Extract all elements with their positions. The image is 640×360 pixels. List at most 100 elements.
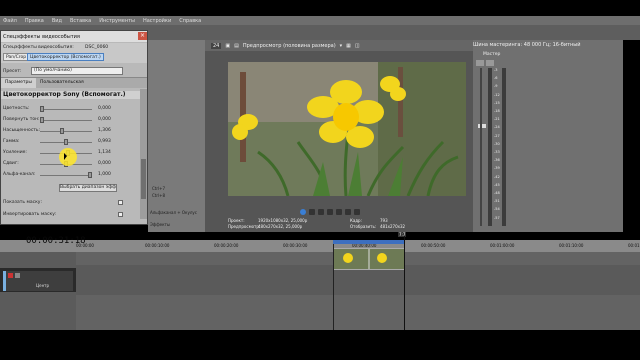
meter-scale: -3 -6 -9 -12 -15 -18 -21 -24 -27 -30 -33 -36 -39 -42 -…: [494, 68, 502, 226]
pause-button[interactable]: [318, 209, 324, 215]
param-value[interactable]: 1,306: [98, 128, 111, 133]
show-mask-row: Показать маску:: [3, 199, 123, 208]
track-controls[interactable]: Центр: [3, 271, 73, 291]
snapshot-icon[interactable]: ◫: [355, 43, 360, 49]
meter-scale-mark: -12: [494, 92, 500, 97]
param-slider-knob[interactable]: [60, 128, 65, 134]
menu-item-file[interactable]: Файл: [3, 18, 17, 24]
preview-value: 480x270x32, 25,000p: [258, 224, 303, 229]
project-value: 1920x1080x32, 25,000p: [258, 218, 308, 223]
letterbox-top: [0, 0, 640, 16]
param-value[interactable]: 0,000: [98, 106, 111, 111]
fx-tabs: Параметры Пользовательская: [1, 78, 147, 88]
meter-scale-mark: -27: [494, 133, 500, 138]
chain-chip-color-corrector[interactable]: Цветокорректор (Вспомогат.): [27, 53, 104, 61]
tab-parameters[interactable]: Параметры: [1, 78, 36, 88]
meter-scale-mark: -6: [494, 76, 498, 81]
param-label: Насыщенность:: [3, 128, 41, 133]
param-row: Альфа-канал: 1,000: [3, 171, 119, 180]
show-mask-label: Показать маску:: [3, 200, 42, 205]
frame-value: 793: [380, 218, 388, 223]
param-row: Цветность: 0,000: [3, 105, 119, 114]
param-slider-knob[interactable]: [64, 139, 68, 145]
fx-scroll-thumb[interactable]: [141, 159, 146, 199]
param-slider-track[interactable]: [40, 120, 92, 121]
master-format: 48 000 Гц; 16-битный: [523, 42, 581, 48]
fx-chain-file: DSC_0060: [85, 45, 109, 50]
shortcut-ctrl7: Ctrl+7: [152, 186, 166, 191]
param-value[interactable]: 1,000: [98, 172, 111, 177]
prev-frame-button[interactable]: [336, 209, 342, 215]
playhead[interactable]: [404, 236, 405, 330]
explorer-strip: Ctrl+7 Ctrl+8 Альфаканал + Окулус Эффект…: [148, 40, 205, 232]
menu-item-tools[interactable]: Инструменты: [99, 18, 135, 24]
grid-icon[interactable]: ▦: [346, 43, 351, 49]
clip-thumbnails: [334, 249, 404, 269]
preview-copy-icon[interactable]: ▤: [234, 43, 239, 49]
param-value[interactable]: 0,000: [98, 117, 111, 122]
loop-region[interactable]: [333, 240, 405, 244]
invert-mask-checkbox[interactable]: [118, 212, 123, 217]
letterbox-bottom: [0, 330, 640, 360]
mute-track-icon[interactable]: [15, 273, 20, 278]
meter-scale-mark: -18: [494, 109, 500, 113]
fx-scrollbar[interactable]: [140, 89, 147, 219]
preview-label: Предпросмотр:: [228, 224, 261, 229]
meter-scale-mark: -42: [494, 174, 500, 179]
display-label: Отобразить:: [350, 224, 377, 229]
menu-bar: Файл Правка Вид Вставка Инструменты Наст…: [0, 16, 640, 25]
param-value[interactable]: 0,993: [98, 139, 111, 144]
tab-custom[interactable]: Пользовательская: [36, 78, 88, 88]
stop-button[interactable]: [327, 209, 333, 215]
menu-item-insert[interactable]: Вставка: [70, 18, 91, 24]
go-end-button[interactable]: [354, 209, 360, 215]
close-icon[interactable]: ×: [138, 32, 147, 40]
param-slider-track[interactable]: [40, 131, 92, 132]
select-effect-range-button[interactable]: Выбрать диапазон эфф: [59, 184, 117, 192]
show-mask-checkbox[interactable]: [118, 200, 123, 205]
video-clip[interactable]: [333, 248, 405, 270]
meter-scale-mark: -39: [494, 166, 500, 171]
play-from-start-button[interactable]: [300, 209, 306, 215]
param-label: Повернуть тон:: [3, 117, 40, 122]
preview-zoom[interactable]: 24: [211, 42, 222, 49]
mute-icon[interactable]: [476, 60, 484, 66]
side-tab-effects[interactable]: Эффекты: [150, 222, 170, 227]
fx-chain-row: Спецэффекты видеособытия: DSC_0060 Pan/C…: [1, 43, 147, 63]
record-icon[interactable]: [8, 273, 13, 278]
project-label: Проект:: [228, 218, 245, 223]
meter-scale-mark: -54: [494, 207, 500, 212]
param-label: Усиление:: [3, 150, 27, 155]
timeline-ruler[interactable]: [0, 240, 640, 252]
menu-item-settings[interactable]: Настройки: [143, 18, 171, 24]
meter-scale-mark: -33: [494, 150, 500, 154]
ruler-mark: 00:00:50:00: [421, 243, 446, 248]
cursor-highlight: [59, 148, 77, 166]
param-slider-knob[interactable]: [40, 117, 44, 123]
chevron-down-icon[interactable]: ▾: [340, 43, 343, 49]
menu-item-help[interactable]: Справка: [179, 18, 201, 24]
next-frame-button[interactable]: [345, 209, 351, 215]
preview-mode-select[interactable]: Предпросмотр (половина размера): [243, 43, 336, 49]
param-slider-track[interactable]: [40, 175, 92, 176]
param-slider-knob[interactable]: [88, 172, 92, 178]
solo-icon[interactable]: [486, 60, 494, 66]
param-value[interactable]: 1,134: [98, 150, 111, 155]
play-button[interactable]: [309, 209, 315, 215]
meter-scale-mark: -57: [494, 215, 500, 220]
menu-item-edit[interactable]: Правка: [25, 18, 44, 24]
menu-item-view[interactable]: Вид: [52, 18, 62, 24]
meter-scale-mark: -9: [494, 84, 498, 89]
param-value[interactable]: 0,000: [98, 161, 111, 166]
preset-select[interactable]: (По умолчанию): [31, 67, 123, 75]
param-slider-track[interactable]: [40, 109, 92, 110]
meter-scale-mark: -51: [494, 199, 500, 204]
meter-scale-mark: -36: [494, 158, 500, 163]
meter-scale-mark: -45: [494, 182, 500, 187]
preview-tool-icon[interactable]: ▣: [225, 43, 230, 49]
ruler-mark: 00:01:20:00: [628, 243, 640, 248]
param-slider-knob[interactable]: [40, 106, 44, 112]
invert-mask-label: Инвертировать маску:: [3, 212, 57, 217]
transport-controls: [300, 208, 390, 216]
chain-chip-pan-crop[interactable]: Pan/Crop: [3, 53, 30, 61]
